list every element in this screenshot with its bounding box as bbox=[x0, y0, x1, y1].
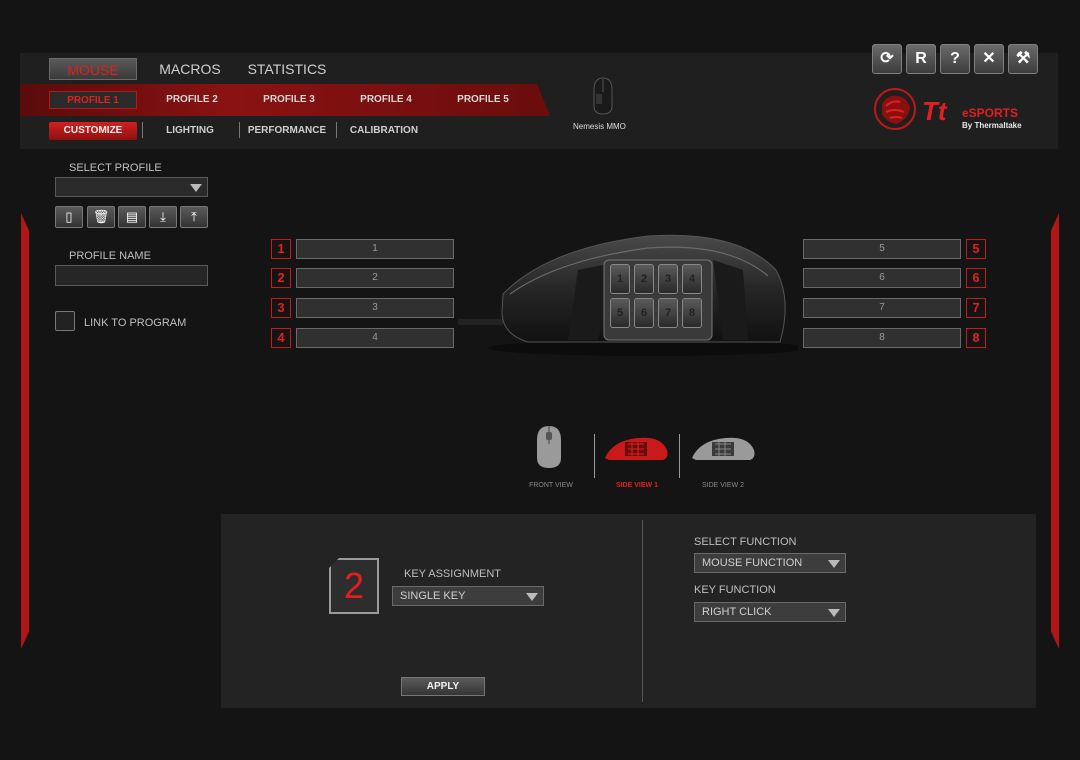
brand-tt: Tt bbox=[922, 96, 947, 126]
key-assignment-value: SINGLE KEY bbox=[400, 590, 466, 602]
tab-customize[interactable]: CUSTOMIZE bbox=[49, 122, 137, 140]
refresh-button[interactable]: ⟳ bbox=[872, 44, 902, 74]
settings-button[interactable]: ⚒ bbox=[1008, 44, 1038, 74]
mouse-icon bbox=[593, 77, 613, 115]
mouse-side-red-icon bbox=[605, 437, 668, 460]
divider bbox=[142, 122, 143, 138]
reset-button[interactable]: R bbox=[906, 44, 936, 74]
mouse-side-button-6[interactable]: 6 bbox=[634, 298, 654, 328]
mouse-side-button-8[interactable]: 8 bbox=[682, 298, 702, 328]
key-function-value: RIGHT CLICK bbox=[702, 606, 772, 618]
key-number-2: 2 bbox=[271, 268, 291, 288]
divider bbox=[336, 122, 337, 138]
key-assignment-dropdown[interactable]: SINGLE KEY bbox=[392, 586, 544, 606]
key-slot-6[interactable]: 6 bbox=[803, 268, 961, 288]
tab-profile-4[interactable]: PROFILE 4 bbox=[346, 91, 426, 109]
tab-mouse[interactable]: MOUSE bbox=[49, 58, 137, 80]
key-number-1: 1 bbox=[271, 239, 291, 259]
key-function-dropdown[interactable]: RIGHT CLICK bbox=[694, 602, 846, 622]
mouse-side-button-2[interactable]: 2 bbox=[634, 264, 654, 294]
divider bbox=[239, 122, 240, 138]
front-view-label: FRONT VIEW bbox=[529, 482, 573, 489]
left-edge-accent bbox=[21, 213, 29, 649]
mouse-side-button-3[interactable]: 3 bbox=[658, 264, 678, 294]
save-button[interactable]: ▯ bbox=[55, 206, 83, 228]
mouse-side-gray-icon bbox=[692, 437, 755, 460]
key-number-7: 7 bbox=[966, 298, 986, 318]
link-to-program-label: LINK TO PROGRAM bbox=[84, 317, 187, 329]
key-slot-3[interactable]: 3 bbox=[296, 298, 454, 318]
key-slot-7[interactable]: 7 bbox=[803, 298, 961, 318]
right-edge-accent bbox=[1051, 213, 1059, 649]
tab-profile-5[interactable]: PROFILE 5 bbox=[443, 91, 523, 109]
key-function-label: KEY FUNCTION bbox=[694, 584, 776, 596]
apply-button[interactable]: APPLY bbox=[401, 677, 485, 696]
delete-button[interactable]: 🗑 bbox=[87, 206, 115, 228]
export-button[interactable]: ⤒ bbox=[180, 206, 208, 228]
key-number-8: 8 bbox=[966, 328, 986, 348]
brand-by: By Thermaltake bbox=[962, 121, 1022, 130]
select-function-value: MOUSE FUNCTION bbox=[702, 557, 803, 569]
select-profile-label: SELECT PROFILE bbox=[69, 162, 162, 174]
side-view-1-button[interactable] bbox=[603, 436, 669, 467]
side-view-2-button[interactable] bbox=[690, 436, 756, 467]
chevron-down-icon bbox=[828, 609, 840, 617]
chevron-down-icon bbox=[828, 560, 840, 568]
key-slot-2[interactable]: 2 bbox=[296, 268, 454, 288]
side-view-2-label: SIDE VIEW 2 bbox=[701, 482, 744, 489]
tab-statistics[interactable]: STATISTICS bbox=[243, 58, 331, 80]
key-slot-4[interactable]: 4 bbox=[296, 328, 454, 348]
divider bbox=[642, 520, 643, 702]
key-assignment-label: KEY ASSIGNMENT bbox=[404, 568, 501, 580]
selected-key-indicator: 2 bbox=[329, 558, 379, 614]
tab-performance[interactable]: PERFORMANCE bbox=[246, 122, 328, 140]
tab-calibration[interactable]: CALIBRATION bbox=[344, 122, 424, 140]
link-to-program-checkbox[interactable] bbox=[55, 311, 75, 331]
front-view-button[interactable] bbox=[530, 422, 568, 477]
key-number-4: 4 bbox=[271, 328, 291, 348]
key-number-3: 3 bbox=[271, 298, 291, 318]
key-number-6: 6 bbox=[966, 268, 986, 288]
mouse-front-icon bbox=[537, 426, 561, 468]
tab-profile-2[interactable]: PROFILE 2 bbox=[152, 91, 232, 109]
close-button[interactable]: ✕ bbox=[974, 44, 1004, 74]
side-view-1-label: SIDE VIEW 1 bbox=[615, 482, 658, 489]
mouse-side-button-4[interactable]: 4 bbox=[682, 264, 702, 294]
tiger-logo bbox=[872, 86, 918, 137]
chevron-down-icon bbox=[526, 593, 538, 601]
help-button[interactable]: ? bbox=[940, 44, 970, 74]
chevron-down-icon bbox=[190, 184, 202, 192]
brand-esports: eSPORTS bbox=[962, 106, 1019, 120]
copy-button[interactable]: ▤ bbox=[118, 206, 146, 228]
side-button-grid: 1234 5678 bbox=[610, 264, 706, 332]
divider bbox=[594, 434, 595, 478]
select-function-dropdown[interactable]: MOUSE FUNCTION bbox=[694, 553, 846, 573]
tab-macros[interactable]: MACROS bbox=[155, 58, 225, 80]
tab-profile-1[interactable]: PROFILE 1 bbox=[49, 91, 137, 109]
tab-profile-3[interactable]: PROFILE 3 bbox=[249, 91, 329, 109]
device-name: Nemesis MMO bbox=[573, 122, 626, 131]
profile-name-input[interactable] bbox=[55, 265, 208, 286]
select-profile-dropdown[interactable] bbox=[55, 177, 208, 197]
mouse-side-button-5[interactable]: 5 bbox=[610, 298, 630, 328]
mouse-side-button-7[interactable]: 7 bbox=[658, 298, 678, 328]
key-slot-5[interactable]: 5 bbox=[803, 239, 961, 259]
key-slot-1[interactable]: 1 bbox=[296, 239, 454, 259]
device-thumbnail bbox=[590, 76, 616, 121]
import-button[interactable]: ⤓ bbox=[149, 206, 177, 228]
key-number-5: 5 bbox=[966, 239, 986, 259]
select-function-label: SELECT FUNCTION bbox=[694, 536, 797, 548]
key-slot-8[interactable]: 8 bbox=[803, 328, 961, 348]
mouse-side-button-1[interactable]: 1 bbox=[610, 264, 630, 294]
tab-lighting[interactable]: LIGHTING bbox=[150, 122, 230, 140]
profile-name-label: PROFILE NAME bbox=[69, 250, 151, 262]
divider bbox=[679, 434, 680, 478]
